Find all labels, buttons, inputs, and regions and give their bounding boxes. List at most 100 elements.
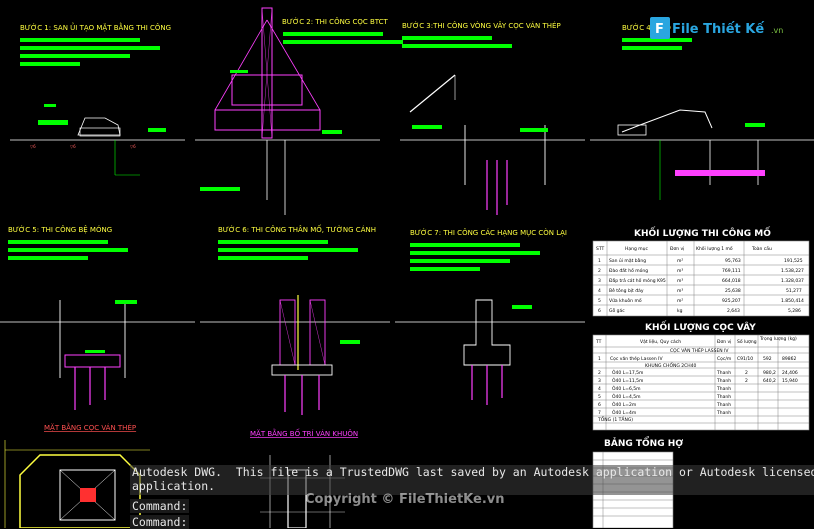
logo-text: File Thiết Kế bbox=[672, 22, 764, 37]
svg-text:Gỗ gác: Gỗ gác bbox=[609, 307, 625, 314]
svg-text:F: F bbox=[655, 22, 664, 37]
svg-text:2,643: 2,643 bbox=[727, 308, 740, 314]
svg-text:Ô40 L=4,5m: Ô40 L=4,5m bbox=[612, 393, 641, 400]
svg-text:2: 2 bbox=[598, 370, 601, 376]
svg-text:Thanh: Thanh bbox=[716, 370, 731, 376]
table-abutment-header-unit: Đơn vị bbox=[670, 246, 684, 252]
svg-text:1.538,227: 1.538,227 bbox=[781, 268, 804, 274]
svg-text:2: 2 bbox=[745, 370, 748, 376]
svg-text:5,286: 5,286 bbox=[788, 308, 801, 314]
svg-text:Thanh: Thanh bbox=[716, 386, 731, 392]
step-5-title: BƯỚC 5: THI CÔNG BỆ MÓNG bbox=[8, 225, 112, 234]
svg-text:980,2: 980,2 bbox=[763, 370, 776, 376]
svg-text:Thanh: Thanh bbox=[716, 410, 731, 416]
svg-text:C91/10: C91/10 bbox=[737, 356, 753, 362]
step-2-title: BƯỚC 2: THI CÔNG CỌC BTCT bbox=[282, 17, 389, 26]
svg-text:Ô40 L=2m: Ô40 L=2m bbox=[612, 401, 636, 408]
step-4-panel: BƯỚC 4: ĐÀO bbox=[590, 23, 814, 200]
step-7-title: BƯỚC 7: THI CÔNG CÁC HẠNG MỤC CÒN LẠI bbox=[410, 228, 567, 237]
svg-text:Thanh: Thanh bbox=[716, 402, 731, 408]
svg-text:Ô40 L=17,5m: Ô40 L=17,5m bbox=[612, 369, 643, 376]
svg-text:24,406: 24,406 bbox=[782, 370, 798, 376]
table-sheetpile-header-qty: Số lượng bbox=[737, 338, 757, 345]
svg-text:Đào đất hố móng: Đào đất hố móng bbox=[609, 267, 648, 274]
svg-text:1: 1 bbox=[598, 356, 601, 362]
svg-text:51,277: 51,277 bbox=[786, 288, 802, 294]
svg-text:640,2: 640,2 bbox=[763, 378, 776, 384]
svg-text:m³: m³ bbox=[677, 268, 683, 274]
command-input[interactable]: Command: bbox=[130, 515, 190, 529]
sheet-pile-plan-title: MẶT BẰNG CỌC VÁN THÉP bbox=[44, 422, 136, 432]
svg-text:▽6: ▽6 bbox=[70, 144, 76, 149]
copyright-watermark: Copyright © FileThietKe.vn bbox=[305, 492, 505, 507]
table-sheetpile-title: KHỐI LƯỢNG CỌC VÂY bbox=[645, 320, 756, 333]
svg-text:Cọc văn thép Lassen IV: Cọc văn thép Lassen IV bbox=[610, 355, 664, 362]
step-1-panel: BƯỚC 1: SAN ỦI TẠO MẶT BẰNG THI CÔNG ▽6 ▽… bbox=[10, 22, 185, 176]
svg-text:15,940: 15,940 bbox=[782, 378, 798, 384]
svg-text:89862: 89862 bbox=[782, 356, 796, 362]
command-prompt-1: Command: bbox=[130, 499, 190, 513]
svg-text:▽6: ▽6 bbox=[130, 144, 136, 149]
command-message-line-1: Autodesk DWG. This file is a TrustedDWG … bbox=[132, 465, 814, 479]
svg-text:▽6: ▽6 bbox=[30, 144, 36, 149]
table-summary-title: BẢNG TỔNG HỢ bbox=[604, 436, 683, 449]
step-7-panel: BƯỚC 7: THI CÔNG CÁC HẠNG MỤC CÒN LẠI bbox=[395, 228, 585, 405]
svg-text:2: 2 bbox=[598, 268, 601, 274]
svg-text:592: 592 bbox=[763, 356, 772, 362]
svg-text:191,525: 191,525 bbox=[784, 258, 803, 264]
table-sheetpile-header-weight: Trọng lượng (kg) bbox=[759, 336, 797, 342]
svg-text:7: 7 bbox=[598, 410, 601, 416]
table-sheetpile-header-unit: Đơn vị bbox=[717, 339, 731, 345]
svg-text:m³: m³ bbox=[677, 288, 683, 294]
svg-text:1: 1 bbox=[598, 258, 601, 264]
svg-text:1.850,414: 1.850,414 bbox=[781, 298, 804, 304]
svg-text:San ủi mặt bằng: San ủi mặt bằng bbox=[609, 257, 646, 264]
svg-text:Đắp trả cát hố móng K95: Đắp trả cát hố móng K95 bbox=[609, 277, 666, 284]
svg-text:m²: m² bbox=[677, 299, 683, 304]
logo-domain: .vn bbox=[771, 26, 783, 35]
svg-text:m³: m³ bbox=[677, 278, 683, 284]
svg-text:Cọc/m: Cọc/m bbox=[717, 356, 731, 362]
table-abutment-header-stt: STT bbox=[596, 246, 605, 252]
svg-text:4: 4 bbox=[598, 386, 601, 392]
svg-text:4: 4 bbox=[598, 288, 601, 294]
svg-text:Ô40 L=4m: Ô40 L=4m bbox=[612, 409, 636, 416]
svg-text:Vữa khuôn mố: Vữa khuôn mố bbox=[609, 297, 642, 304]
table-abutment: KHỐI LƯỢNG THI CÔNG MỐ STT Hạng mục Đơn … bbox=[592, 226, 810, 317]
svg-text:Ô40 L=6,5m: Ô40 L=6,5m bbox=[612, 385, 641, 392]
svg-text:6: 6 bbox=[598, 308, 601, 314]
svg-text:1.328,037: 1.328,037 bbox=[781, 278, 804, 284]
svg-text:kg: kg bbox=[677, 308, 683, 314]
svg-text:Bê tông bịt đáy: Bê tông bịt đáy bbox=[609, 287, 644, 294]
svg-text:664,018: 664,018 bbox=[722, 278, 741, 284]
svg-text:m²: m² bbox=[677, 259, 683, 264]
table-sheetpile: KHỐI LƯỢNG CỌC VÂY TT Vật liệu, Quy cách… bbox=[592, 320, 810, 431]
step-2-panel: BƯỚC 2: THI CÔNG CỌC BTCT bbox=[195, 7, 403, 215]
svg-text:Thanh: Thanh bbox=[716, 378, 731, 384]
svg-text:3: 3 bbox=[598, 378, 601, 384]
svg-text:3: 3 bbox=[598, 278, 601, 284]
svg-text:25,638: 25,638 bbox=[725, 288, 741, 294]
svg-text:5: 5 bbox=[598, 394, 601, 400]
sheet-pile-plan: MẶT BẰNG CỌC VÁN THÉP bbox=[4, 422, 150, 528]
table-abutment-header-qty: Khối lượng 1 mố bbox=[696, 245, 733, 252]
step-6-panel: BƯỚC 6: THI CÔNG THÂN MỐ, TƯỜNG CÁNH bbox=[200, 224, 390, 415]
svg-text:Thanh: Thanh bbox=[716, 394, 731, 400]
table-abutment-title: KHỐI LƯỢNG THI CÔNG MỐ bbox=[634, 226, 771, 239]
table-sheetpile-header-tt: TT bbox=[595, 339, 602, 345]
step-6-title: BƯỚC 6: THI CÔNG THÂN MỐ, TƯỜNG CÁNH bbox=[218, 224, 376, 234]
step-3-panel: BƯỚC 3:THI CÔNG VÒNG VÂY CỌC VÁN THÉP bbox=[400, 21, 585, 215]
svg-text:5: 5 bbox=[598, 298, 601, 304]
table-sheetpile-header-material: Vật liệu, Quy cách bbox=[640, 338, 681, 345]
table-abutment-header-item: Hạng mục bbox=[625, 246, 649, 252]
svg-text:95,763: 95,763 bbox=[725, 258, 741, 264]
svg-text:769,111: 769,111 bbox=[722, 268, 741, 274]
step-5-panel: BƯỚC 5: THI CÔNG BỆ MÓNG bbox=[0, 225, 195, 410]
step-3-title: BƯỚC 3:THI CÔNG VÒNG VÂY CỌC VÁN THÉP bbox=[402, 21, 561, 30]
cad-drawing-canvas[interactable]: BƯỚC 1: SAN ỦI TẠO MẶT BẰNG THI CÔNG ▽6 ▽… bbox=[0, 0, 814, 528]
command-message-line-2: application. bbox=[132, 479, 216, 493]
svg-text:2: 2 bbox=[745, 378, 748, 384]
svg-text:Ô40 L=11,5m: Ô40 L=11,5m bbox=[612, 377, 643, 384]
svg-text:925,207: 925,207 bbox=[722, 298, 741, 304]
step-1-title: BƯỚC 1: SAN ỦI TẠO MẶT BẰNG THI CÔNG bbox=[20, 22, 171, 32]
